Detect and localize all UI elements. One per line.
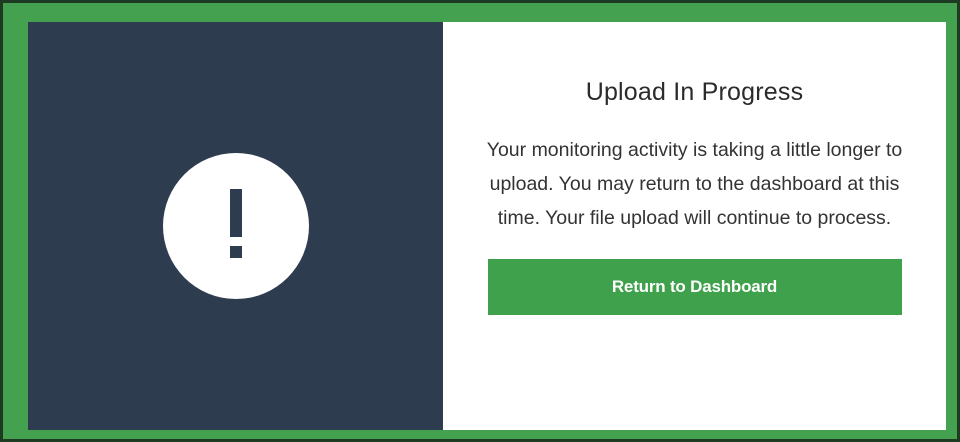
alert-panel	[28, 22, 443, 430]
exclamation-dot	[229, 246, 242, 258]
return-to-dashboard-button[interactable]: Return to Dashboard	[487, 259, 902, 315]
modal-message: Your monitoring activity is taking a lit…	[486, 139, 903, 229]
content-panel: Upload In Progress Your monitoring activ…	[443, 22, 946, 430]
exclamation-bar	[229, 189, 242, 237]
upload-progress-modal: Upload In Progress Your monitoring activ…	[28, 22, 946, 430]
modal-title: Upload In Progress	[585, 78, 804, 106]
exclamation-circle-icon	[162, 153, 309, 299]
modal-frame: Upload In Progress Your monitoring activ…	[0, 0, 960, 442]
